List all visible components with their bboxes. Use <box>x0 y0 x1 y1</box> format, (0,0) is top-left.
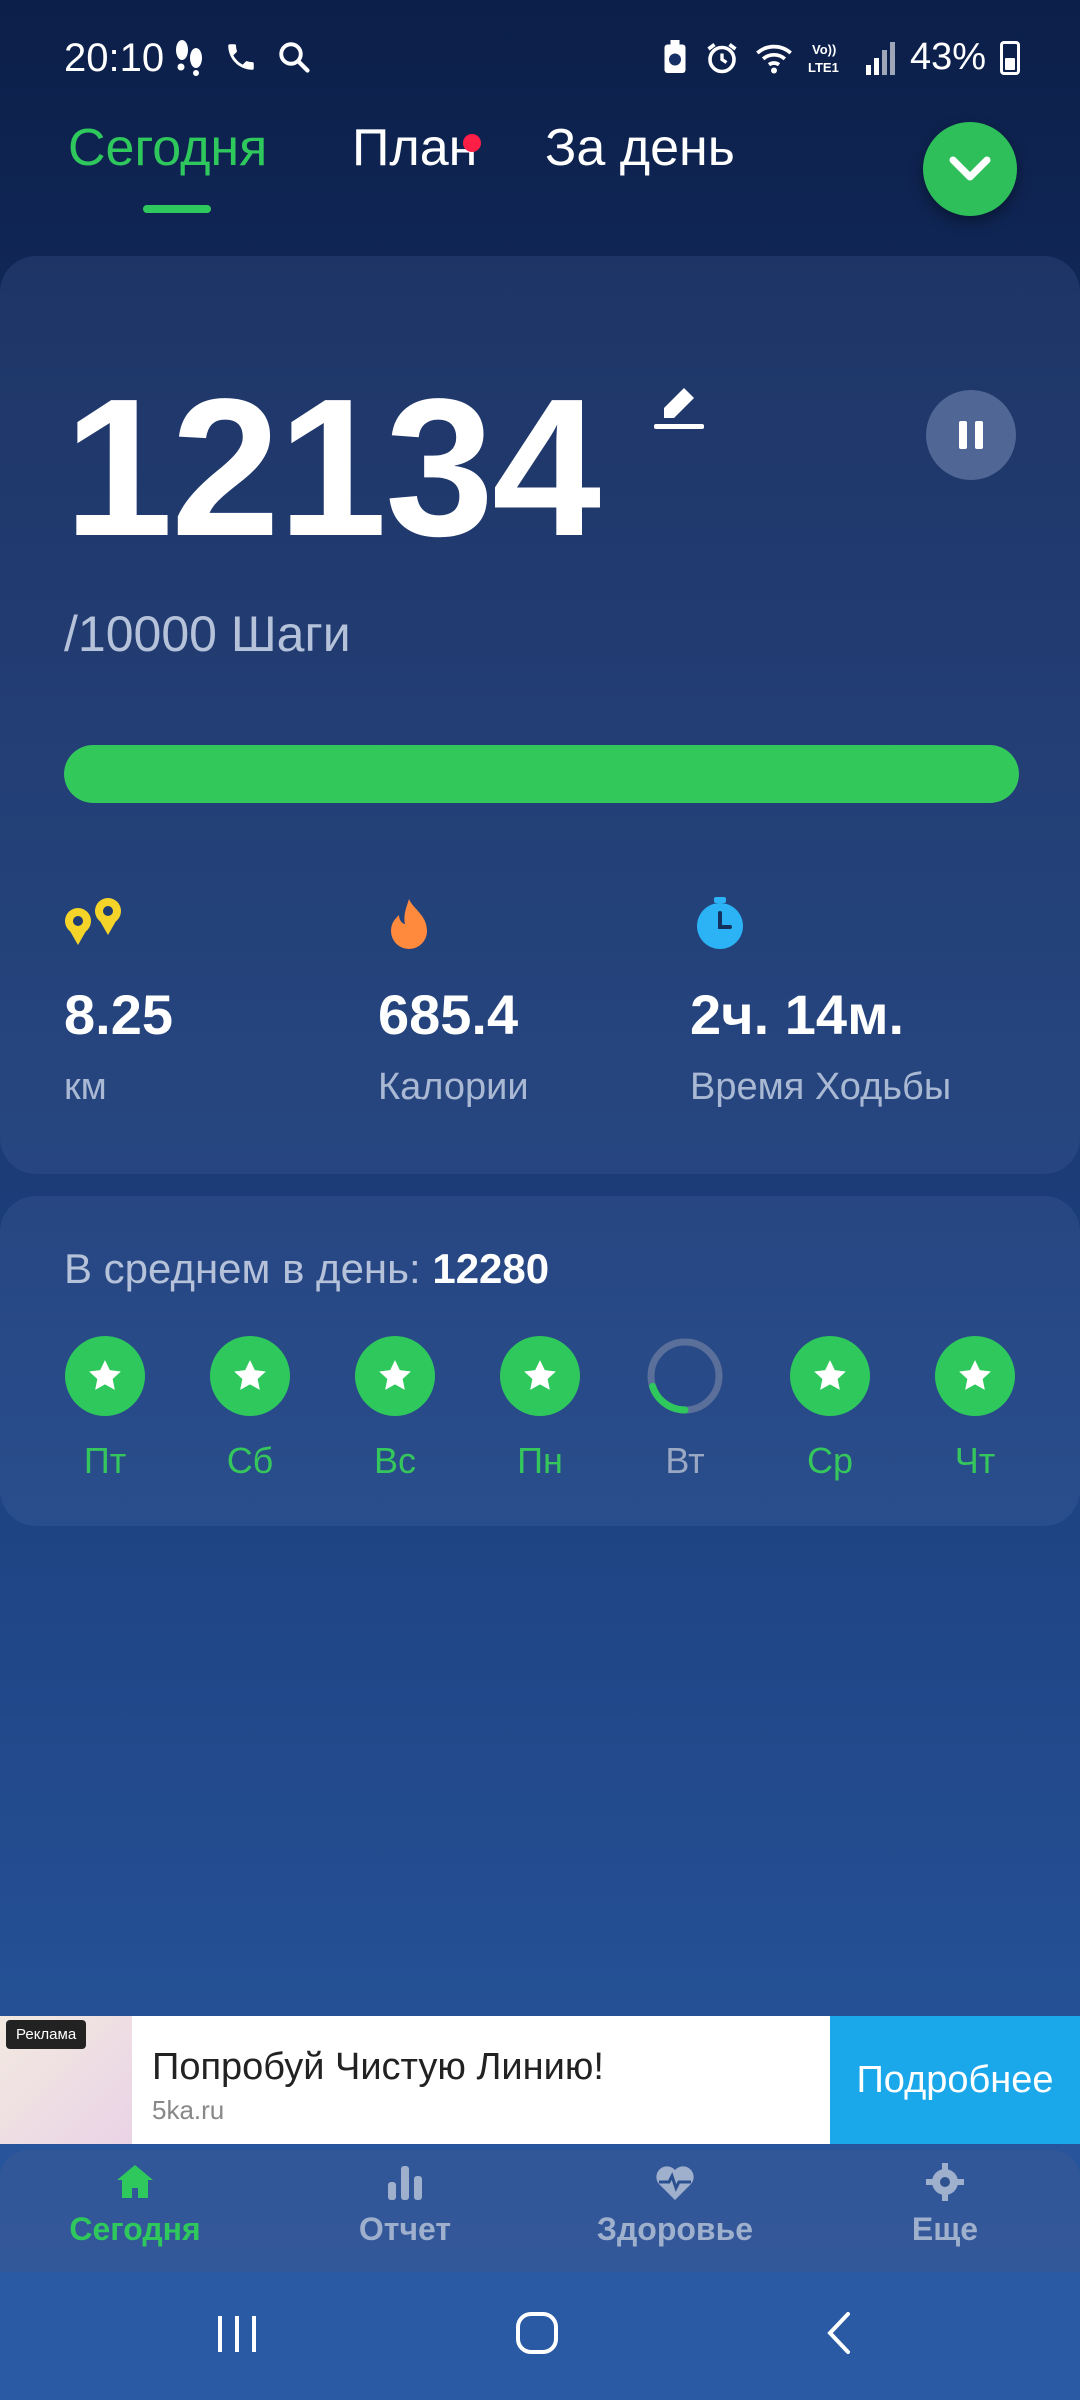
day-label: Пн <box>517 1440 563 1481</box>
star-icon <box>234 1360 266 1390</box>
recent-apps-icon <box>218 2316 256 2352</box>
flame-icon <box>382 895 436 956</box>
home-button[interactable] <box>514 2310 560 2361</box>
svg-text:LTE1: LTE1 <box>808 60 839 75</box>
status-time: 20:10 <box>64 36 165 80</box>
nav-more-label: Еще <box>911 2211 979 2247</box>
ad-badge: Реклама <box>6 2020 87 2049</box>
day-complete-badge <box>65 1336 145 1416</box>
back-button[interactable] <box>820 2310 860 2361</box>
battery-percent: 43% <box>909 36 986 78</box>
battery-saver-icon <box>664 39 686 73</box>
day-item-2[interactable]: Вс <box>354 1336 436 1482</box>
ad-cta-button[interactable]: Подробнее <box>830 2016 1080 2144</box>
daily-average-label: В среднем в день: <box>64 1245 421 1292</box>
day-label: Сб <box>226 1440 274 1481</box>
day-item-5[interactable]: Ср <box>789 1336 871 1482</box>
nav-today-label: Сегодня <box>69 2211 201 2247</box>
alarm-icon <box>707 42 737 73</box>
nav-today[interactable]: Сегодня <box>0 2162 270 2248</box>
distance-label: км <box>64 1066 107 1108</box>
bar-chart-icon <box>388 2166 422 2200</box>
status-left-icons <box>172 38 312 76</box>
day-complete-badge <box>935 1336 1015 1416</box>
daily-average-value: 12280 <box>432 1245 550 1292</box>
day-item-4[interactable]: Вт <box>644 1336 726 1482</box>
walking-time-value: 2ч. 14м. <box>690 983 905 1046</box>
day-label: Вс <box>373 1440 416 1481</box>
nav-report-label: Отчет <box>358 2211 452 2247</box>
pause-icon <box>959 421 983 449</box>
gear-icon <box>926 2163 964 2201</box>
nav-report[interactable]: Отчет <box>270 2162 540 2248</box>
steps-count: 12134 <box>64 358 601 577</box>
day-item-6[interactable]: Чт <box>934 1336 1016 1482</box>
star-icon <box>379 1360 411 1390</box>
distance-value: 8.25 <box>64 983 173 1046</box>
daily-average: В среднем в день: 12280 <box>64 1245 549 1293</box>
day-complete-badge <box>355 1336 435 1416</box>
recent-apps-button[interactable] <box>212 2310 262 2361</box>
ad-banner[interactable]: Реклама Попробуй Чистую Линию! 5ka.ru По… <box>0 2016 1080 2144</box>
active-tab-indicator <box>143 205 211 213</box>
svg-text:Vo)): Vo)) <box>812 42 836 57</box>
day-item-3[interactable]: Пн <box>499 1336 581 1482</box>
chevron-down-icon <box>949 156 991 181</box>
wifi-icon <box>756 44 792 73</box>
day-label: Вт <box>665 1440 705 1481</box>
tab-plan[interactable]: План <box>352 118 477 178</box>
day-complete-badge <box>790 1336 870 1416</box>
nav-health-label: Здоровье <box>596 2211 754 2247</box>
day-item-1[interactable]: Сб <box>209 1336 291 1482</box>
status-right: Vo)) LTE1 43% <box>660 36 1020 79</box>
day-label: Чт <box>954 1440 996 1481</box>
footsteps-icon <box>176 40 202 76</box>
star-icon <box>814 1360 846 1390</box>
day-label: Ср <box>806 1440 854 1481</box>
home-icon <box>117 2165 153 2198</box>
star-icon <box>959 1360 991 1390</box>
nav-health[interactable]: Здоровье <box>540 2162 810 2248</box>
pause-button[interactable] <box>926 390 1016 480</box>
search-status-icon <box>279 42 310 73</box>
home-circle-icon <box>516 2312 558 2354</box>
day-complete-badge <box>210 1336 290 1416</box>
phone-icon <box>228 44 254 70</box>
signal-icon <box>865 41 895 75</box>
plan-notification-dot <box>463 134 481 152</box>
battery-icon <box>1000 40 1020 75</box>
volte-icon: Vo)) LTE1 <box>808 42 839 75</box>
heart-pulse-icon <box>656 2166 694 2200</box>
day-progress-ring <box>645 1336 725 1416</box>
star-icon <box>89 1360 121 1390</box>
steps-progress-fill <box>64 745 1019 803</box>
ad-image[interactable]: Реклама <box>0 2016 132 2144</box>
day-complete-badge <box>500 1336 580 1416</box>
back-icon <box>827 2312 850 2354</box>
steps-goal: /10000 Шаги <box>64 606 351 662</box>
stopwatch-icon <box>692 895 748 956</box>
ad-url: 5ka.ru <box>152 2095 225 2125</box>
distance-icon <box>62 895 124 954</box>
ad-text[interactable]: Попробуй Чистую Линию! 5ka.ru <box>132 2016 830 2144</box>
nav-more[interactable]: Еще <box>810 2162 1080 2248</box>
tab-day[interactable]: За день <box>545 118 735 178</box>
collapse-button[interactable] <box>923 122 1017 216</box>
tab-today[interactable]: Сегодня <box>68 118 267 178</box>
day-item-0[interactable]: Пт <box>64 1336 146 1482</box>
steps-progress-bar <box>64 745 1019 803</box>
ad-title: Попробуй Чистую Линию! <box>152 2046 604 2088</box>
star-icon <box>524 1360 556 1390</box>
calories-label: Калории <box>378 1066 529 1108</box>
walking-time-label: Время Ходьбы <box>690 1066 952 1108</box>
edit-icon[interactable] <box>650 378 708 439</box>
day-label: Пт <box>83 1440 127 1481</box>
calories-value: 685.4 <box>378 983 519 1046</box>
